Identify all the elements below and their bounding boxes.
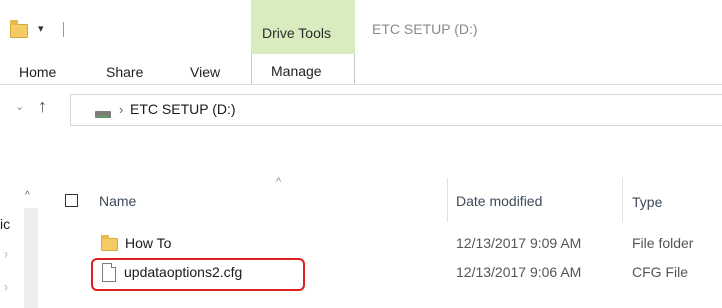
column-header-date-modified[interactable]: Date modified — [456, 193, 542, 209]
recent-locations-chevron-icon[interactable]: ⌄ — [15, 100, 24, 113]
breadcrumb-location[interactable]: ETC SETUP (D:) — [130, 101, 236, 117]
file-date-modified: 12/13/2017 9:09 AM — [456, 235, 582, 251]
file-name[interactable]: updataoptions2.cfg — [124, 264, 242, 280]
nav-item-truncated[interactable]: ic — [0, 216, 10, 232]
select-all-checkbox[interactable] — [65, 194, 78, 207]
sort-ascending-icon: ^ — [276, 176, 282, 188]
file-date-modified: 12/13/2017 9:06 AM — [456, 264, 582, 280]
tab-home[interactable]: Home — [19, 64, 56, 80]
quick-access-divider — [63, 22, 64, 37]
file-icon — [102, 263, 116, 282]
tab-view[interactable]: View — [190, 64, 220, 80]
folder-icon — [101, 235, 118, 251]
pin-icon: ˀ — [4, 252, 8, 263]
column-divider[interactable] — [447, 178, 448, 222]
pin-icon: ˀ — [4, 285, 8, 296]
window-title: ETC SETUP (D:) — [372, 21, 478, 37]
file-type: CFG File — [632, 264, 688, 280]
file-type: File folder — [632, 235, 694, 251]
drive-tools-label: Drive Tools — [262, 25, 331, 41]
nav-scroll-up-icon[interactable]: ^ — [25, 190, 30, 201]
drive-icon — [95, 111, 111, 118]
column-divider[interactable] — [622, 178, 623, 222]
file-name[interactable]: How To — [125, 235, 171, 251]
ribbon-divider — [0, 84, 722, 85]
column-header-type[interactable]: Type — [632, 194, 662, 210]
up-arrow-icon[interactable]: ↑ — [38, 96, 47, 117]
tab-share[interactable]: Share — [106, 64, 143, 80]
nav-scrollbar[interactable] — [24, 208, 38, 308]
quick-access-dropdown-icon[interactable]: ▾ — [38, 22, 44, 35]
quick-access-folder-icon[interactable] — [10, 20, 28, 38]
breadcrumb-separator-icon[interactable]: › — [119, 102, 123, 117]
file-explorer-window: { "titlebar": { "quick_access_dropdown":… — [0, 0, 722, 308]
column-header-name[interactable]: Name — [99, 193, 136, 209]
tab-manage[interactable]: Manage — [271, 63, 322, 79]
